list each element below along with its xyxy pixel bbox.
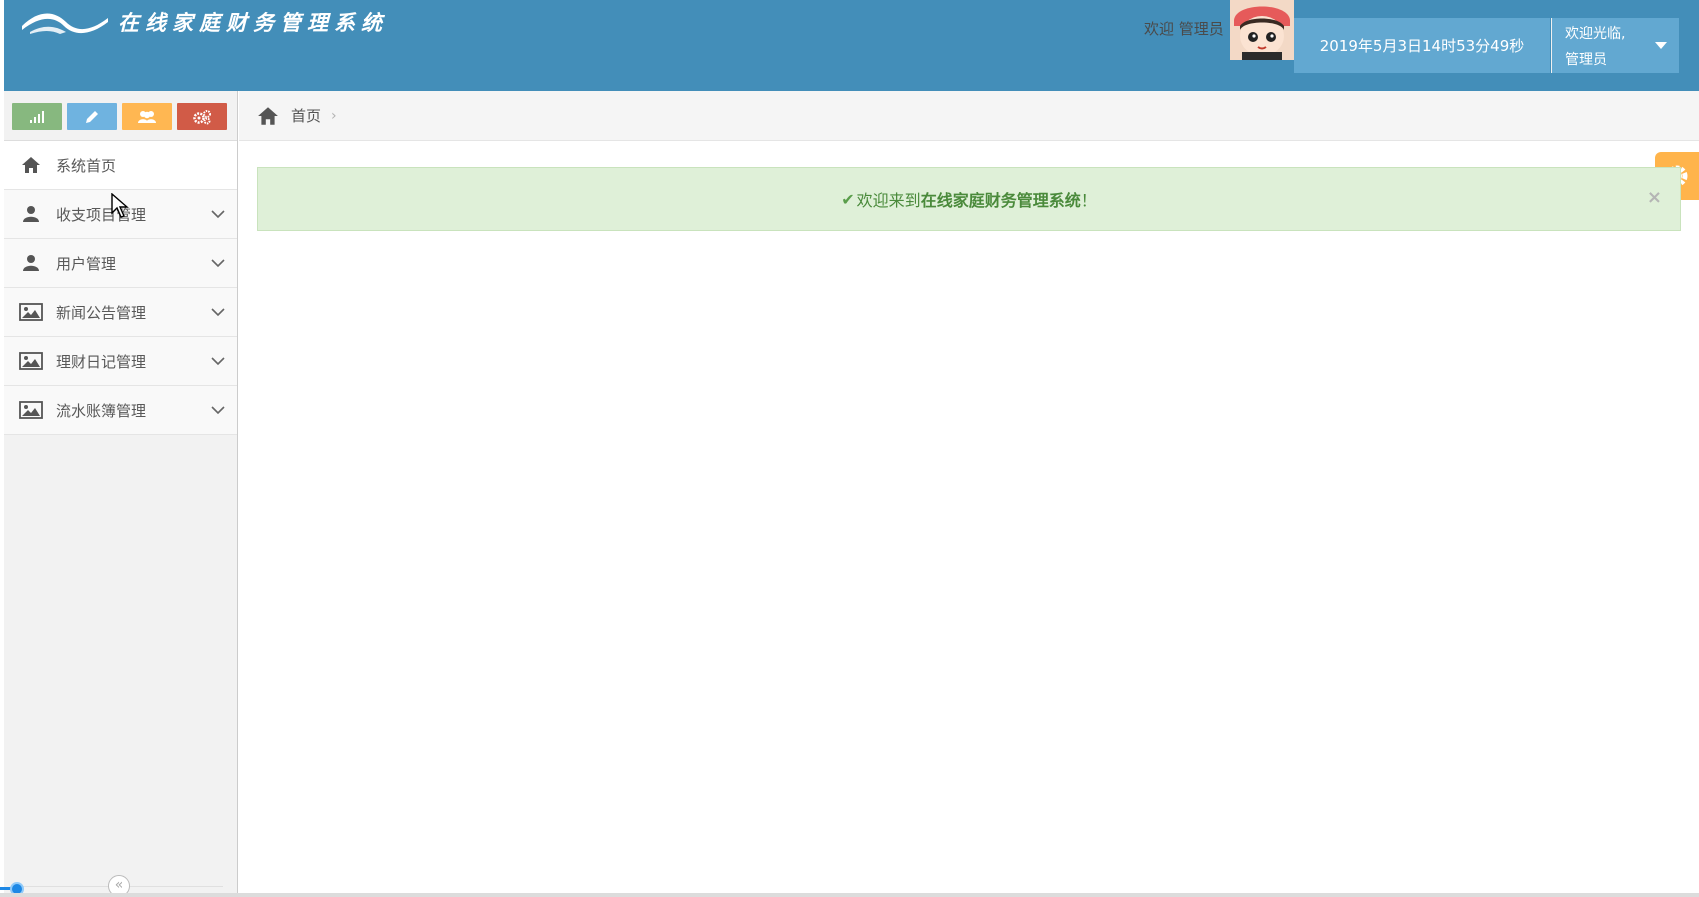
brand[interactable]: 在线家庭财务管理系统: [20, 4, 388, 40]
pencil-icon: [86, 110, 98, 123]
chevron-down-icon: [211, 210, 225, 219]
alert-message: 欢迎来到在线家庭财务管理系统！: [857, 187, 1097, 211]
datetime-display: 2019年5月3日14时53分49秒: [1294, 18, 1550, 73]
shortcut-pencil-button[interactable]: [67, 103, 117, 130]
sidebar-item-users[interactable]: 用户管理: [4, 239, 237, 288]
cogs-icon: [193, 109, 211, 124]
alert-suffix: ！: [1080, 191, 1097, 210]
welcome-alert: ✔ 欢迎来到在线家庭财务管理系统！ ×: [257, 167, 1681, 231]
alert-system-name: 在线家庭财务管理系统: [920, 191, 1081, 210]
sidebar-item-label: 用户管理: [56, 254, 117, 273]
sidebar-shortcuts: [4, 91, 237, 141]
user-icon: [19, 204, 43, 224]
sidebar-item-label: 收支项目管理: [56, 205, 147, 224]
home-icon[interactable]: [257, 106, 279, 126]
chevron-down-icon: [211, 357, 225, 366]
breadcrumb-home-link[interactable]: 首页: [291, 105, 321, 126]
shortcut-group-button[interactable]: [122, 103, 172, 130]
datetime-text: 2019年5月3日14时53分49秒: [1319, 37, 1525, 55]
sidebar-item-home[interactable]: 系统首页: [4, 141, 237, 190]
sidebar-item-news[interactable]: 新闻公告管理: [4, 288, 237, 337]
user-menu-name: 管理员: [1565, 52, 1607, 68]
sidebar-menu: 系统首页 收支项目管理 用户管理 新闻公告管理 理财日记管理 流水账簿管理: [4, 141, 237, 435]
chevron-down-icon: [211, 308, 225, 317]
sidebar-item-label: 系统首页: [56, 156, 117, 175]
breadcrumb-separator: ›: [331, 107, 337, 124]
sidebar-item-ledger[interactable]: 流水账簿管理: [4, 386, 237, 435]
alert-prefix: 欢迎来到: [856, 191, 921, 210]
alert-close-button[interactable]: ×: [1647, 188, 1662, 208]
sidebar-item-diary[interactable]: 理财日记管理: [4, 337, 237, 386]
welcome-text: 欢迎 管理员: [1144, 20, 1224, 38]
picture-icon: [19, 400, 43, 420]
home-icon: [19, 155, 43, 175]
mouse-cursor-icon: [111, 193, 129, 218]
user-menu-dropdown[interactable]: 欢迎光临, 管理员: [1551, 18, 1679, 73]
group-icon: [138, 110, 156, 123]
breadcrumb: 首页 ›: [239, 91, 1699, 141]
app-title: 在线家庭财务管理系统: [118, 10, 388, 35]
top-navbar: 在线家庭财务管理系统 欢迎 管理员 2019年5月3日14时53分49秒 欢迎光…: [4, 0, 1699, 91]
picture-icon: [19, 302, 43, 322]
user-avatar[interactable]: [1230, 0, 1294, 60]
sidebar-item-label: 新闻公告管理: [56, 303, 147, 322]
check-icon: ✔: [841, 189, 855, 209]
sidebar-item-label: 流水账簿管理: [56, 401, 147, 420]
shortcut-signal-button[interactable]: [12, 103, 62, 130]
sidebar-item-label: 理财日记管理: [56, 352, 147, 371]
picture-icon: [19, 351, 43, 371]
chevron-down-icon: [211, 259, 225, 268]
user-icon: [19, 253, 43, 273]
shortcut-cogs-button[interactable]: [177, 103, 227, 130]
caret-down-icon: [1655, 42, 1667, 49]
avatar-icon: [1230, 0, 1294, 60]
wave-logo-icon: [22, 13, 108, 34]
signal-icon: [30, 110, 44, 123]
chevron-down-icon: [211, 406, 225, 415]
bottom-scrollbar[interactable]: [0, 893, 1699, 897]
